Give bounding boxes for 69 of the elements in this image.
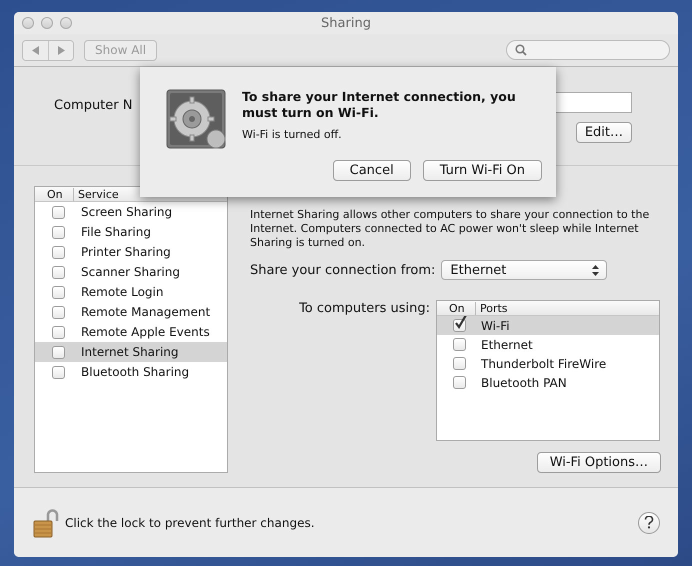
checkbox[interactable] [52,266,64,278]
column-header[interactable]: Service [74,188,119,200]
close-button[interactable] [22,17,34,29]
column-header[interactable]: On [437,302,476,314]
connection-dropdown[interactable]: Ethernet [441,260,608,280]
description-text: Internet Sharing allows other computers to share your connection to the Internet. Computers connected to AC power won't sleep while Internet Sharing is turned on. [250,208,650,250]
help-button[interactable] [638,512,660,534]
service-row[interactable]: Remote Apple Events [35,322,227,342]
checkbox[interactable] [52,326,64,338]
window-title: Sharing [321,16,371,30]
alert-message: Wi-Fi is turned off. [242,128,343,141]
checkbox[interactable] [452,357,466,370]
port-row[interactable]: Ethernet [437,335,659,354]
service-name: Screen Sharing [81,205,172,219]
search-icon [515,44,527,56]
service-row[interactable]: Remote Login [35,282,227,302]
forward-arrow-icon [57,46,65,54]
port-row[interactable]: Wi-Fi [437,316,659,335]
lock-message: Click the lock to prevent further changes. [65,516,315,530]
back-arrow-icon [32,46,40,54]
service-row[interactable]: Scanner Sharing [35,262,227,282]
computers-using-label: To computers using: [298,301,430,316]
share-from-label: Share your connection from: [250,262,436,278]
forward-button[interactable] [48,40,73,60]
port-row[interactable]: Bluetooth PAN [437,373,659,392]
checkbox[interactable] [52,206,64,218]
alert-button[interactable]: Cancel [332,160,411,181]
stepper-arrows-icon [592,264,600,276]
service-name: File Sharing [81,225,151,239]
open-padlock-icon[interactable] [33,508,59,538]
service-row[interactable]: Remote Management [35,302,227,322]
checkbox[interactable] [52,226,64,238]
port-name: Wi-Fi [481,318,510,332]
service-name: Remote Management [81,305,210,319]
service-row[interactable]: Screen Sharing [35,202,227,222]
service-row[interactable]: Internet Sharing [35,342,227,362]
port-name: Thunderbolt FireWire [481,356,606,370]
service-name: Remote Apple Events [81,325,210,339]
service-row[interactable]: File Sharing [35,222,227,242]
checkbox[interactable] [52,366,64,378]
service-row[interactable]: Bluetooth Sharing [35,362,227,382]
column-header[interactable]: On [35,188,74,200]
service-name: Scanner Sharing [81,265,180,279]
search-field[interactable] [506,40,670,60]
computer-name-label: Computer N [54,98,132,113]
alert-title: To share your Internet connection, you must turn on Wi-Fi. [242,89,517,121]
back-button[interactable] [23,40,48,60]
checkbox[interactable] [52,346,64,358]
checkbox[interactable] [452,319,466,332]
service-name: Printer Sharing [81,245,171,259]
service-name: Remote Login [81,285,164,299]
wifi-options-button[interactable]: Wi-Fi Options… [536,452,661,473]
port-name: Ethernet [481,338,533,352]
checkbox[interactable] [52,286,64,298]
checkbox[interactable] [52,306,64,318]
checkbox[interactable] [452,376,466,389]
port-row[interactable]: Thunderbolt FireWire [437,354,659,373]
zoom-button[interactable] [60,17,72,29]
service-name: Internet Sharing [81,345,179,359]
port-name: Bluetooth PAN [481,376,567,390]
service-row[interactable]: Printer Sharing [35,242,227,262]
service-name: Bluetooth Sharing [81,365,190,379]
minimize-button[interactable] [41,17,53,29]
question-mark-icon [644,516,654,529]
checkbox[interactable] [452,338,466,351]
edit-button[interactable]: Edit… [576,122,632,143]
column-header[interactable]: Ports [476,302,508,314]
alert-button[interactable]: Turn Wi-Fi On [422,160,542,181]
checkbox[interactable] [52,246,64,258]
